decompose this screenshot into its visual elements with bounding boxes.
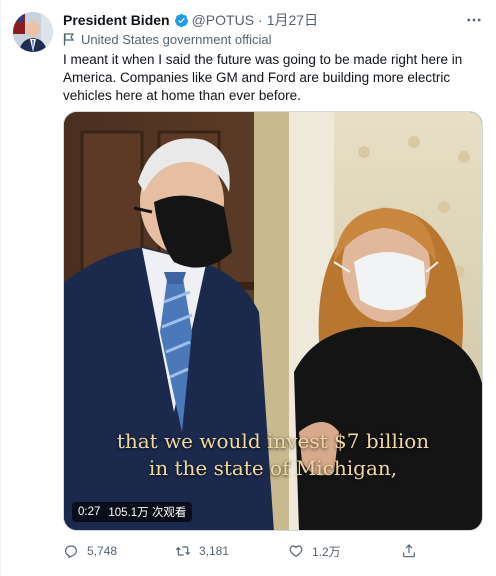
retweet-button[interactable]: 3,181	[175, 543, 229, 559]
video-elapsed-time: 0:27	[78, 506, 101, 518]
government-label: United States government official	[63, 30, 272, 48]
caption-line-2: in the state of Michigan,	[148, 456, 398, 480]
like-icon	[289, 545, 303, 557]
retweet-icon	[175, 546, 191, 556]
tweet[interactable]: President Biden @POTUS · 1月27日 United St…	[0, 0, 496, 576]
like-button[interactable]: 1.2万	[288, 543, 341, 560]
caption-line-1: that we would invest $7 billion	[116, 429, 430, 453]
like-count: 1.2万	[312, 544, 341, 559]
video-meta-badge: 0:27 105.1万 次观看	[72, 502, 193, 522]
reply-icon	[65, 545, 77, 558]
tweet-text: I meant it when I said the future was go…	[63, 52, 463, 103]
reply-button[interactable]: 5,748	[63, 543, 117, 559]
author-handle[interactable]: @POTUS	[192, 12, 254, 28]
tweet-actions: 5,748 3,181 1.2万	[63, 540, 483, 562]
more-options-icon[interactable]	[464, 10, 484, 30]
verified-badge-icon	[174, 13, 188, 27]
avatar-image	[13, 12, 53, 52]
tweet-timestamp[interactable]: 1月27日	[267, 10, 318, 30]
government-label-text: United States government official	[81, 31, 272, 47]
flag-icon	[63, 32, 75, 45]
avatar[interactable]	[13, 12, 53, 52]
tweet-header: President Biden @POTUS · 1月27日	[63, 10, 484, 30]
share-icon	[403, 544, 415, 558]
video-caption: that we would invest $7 billion in the s…	[64, 428, 482, 482]
share-button[interactable]	[401, 543, 425, 559]
retweet-count: 3,181	[199, 544, 230, 558]
video-player[interactable]: that we would invest $7 billion in the s…	[63, 111, 483, 531]
reply-count: 5,748	[87, 544, 118, 558]
header-separator: ·	[258, 12, 263, 28]
author-name[interactable]: President Biden	[63, 12, 170, 28]
video-view-count: 105.1万 次观看	[108, 507, 187, 519]
